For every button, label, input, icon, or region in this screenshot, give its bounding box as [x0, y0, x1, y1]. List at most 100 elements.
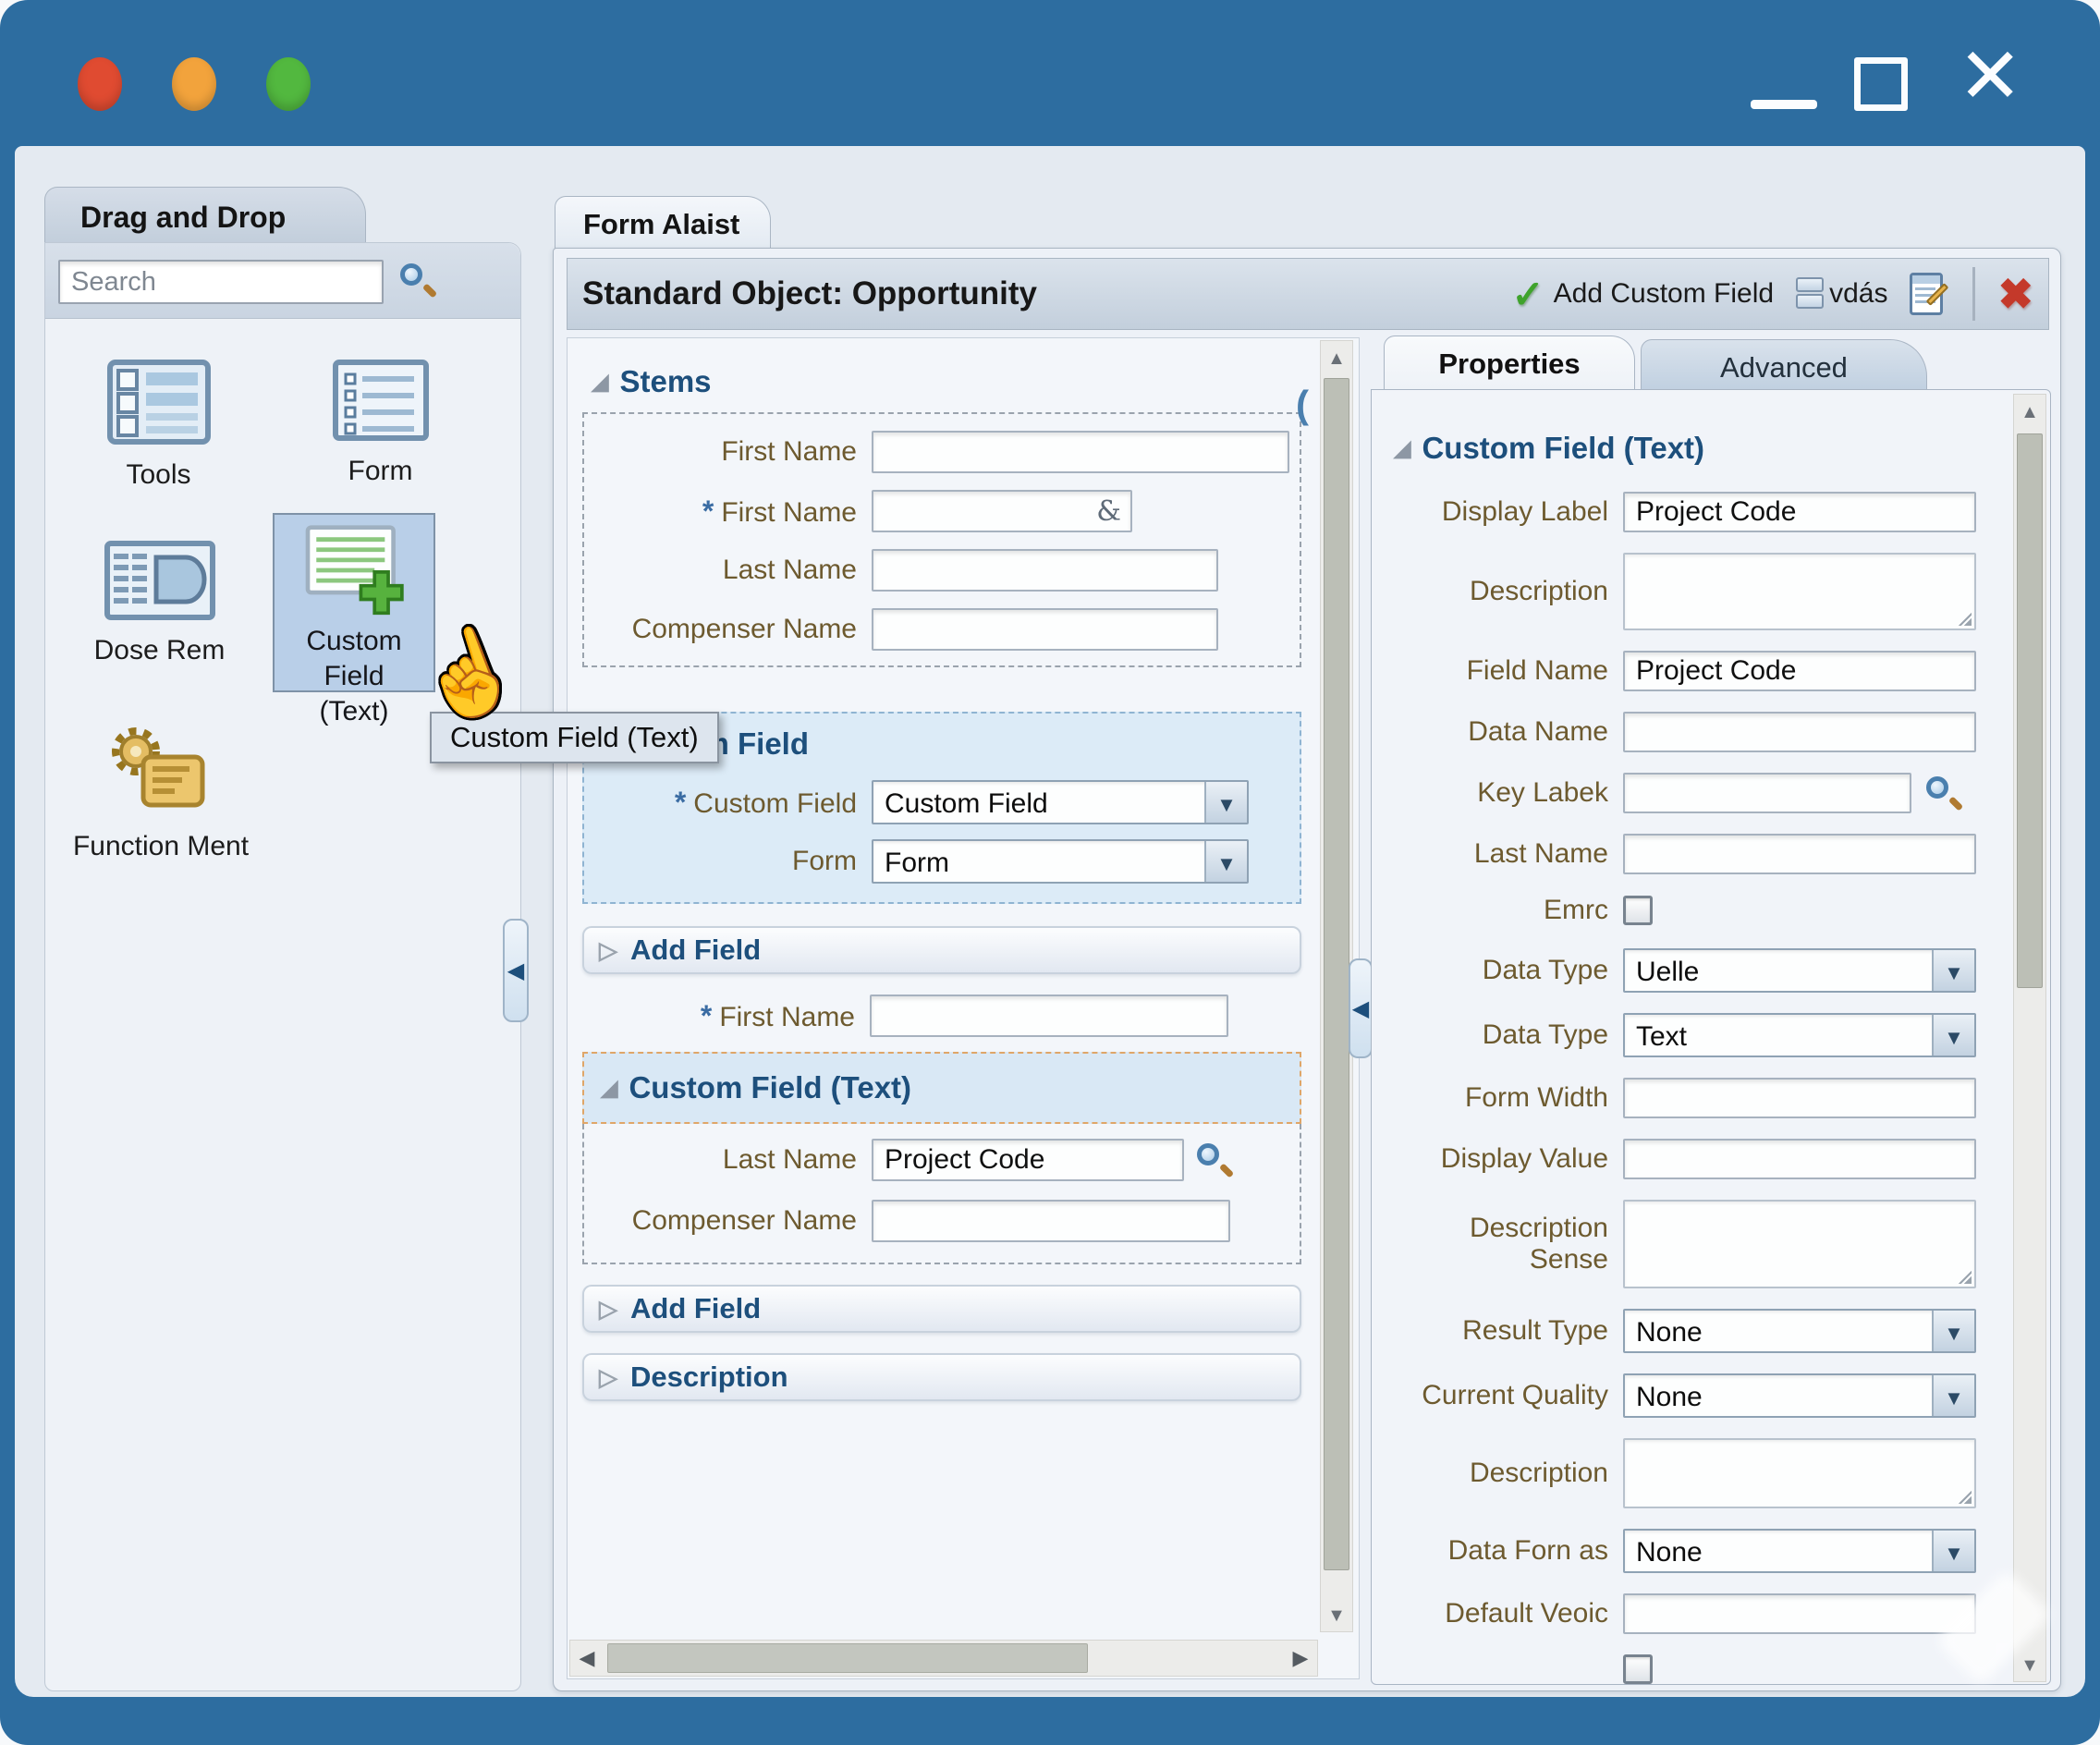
- resize-grip-icon[interactable]: [1957, 1489, 1972, 1504]
- traffic-light-orange[interactable]: [172, 57, 216, 111]
- first-name-required-input[interactable]: [872, 490, 1132, 532]
- palette-item-function-ment[interactable]: Function Ment: [64, 727, 258, 862]
- custom-field-text-group: Last Name Compenser Name: [582, 1124, 1301, 1264]
- field-label: First Name: [584, 436, 857, 468]
- object-title: Standard Object: Opportunity: [582, 275, 1037, 312]
- collapsed-triangle-icon: ▷: [599, 1363, 617, 1392]
- data-type-select-1[interactable]: Uelle ▼: [1623, 948, 1976, 993]
- scroll-right-icon[interactable]: ▶: [1284, 1641, 1317, 1676]
- last-name-input[interactable]: [872, 549, 1218, 592]
- dropdown-arrow-icon: ▼: [1204, 782, 1247, 823]
- properties-vertical-scroll-thumb[interactable]: [2017, 433, 2043, 988]
- maximize-icon[interactable]: [1854, 57, 1908, 111]
- first-name-required-input-2[interactable]: [870, 995, 1228, 1037]
- red-close-icon[interactable]: ✖: [1997, 269, 2033, 319]
- green-check-icon: ✓: [1511, 272, 1544, 317]
- notepad-edit-icon[interactable]: [1910, 271, 1950, 317]
- lookup-magnifier-icon[interactable]: [1924, 775, 1961, 811]
- canvas-horizontal-scrollbar[interactable]: ◀ ▶: [569, 1640, 1318, 1677]
- toolbar-divider: [1972, 267, 1975, 321]
- search-input[interactable]: [58, 260, 384, 304]
- prop-label: Emrc: [1386, 895, 1608, 926]
- compenser-name-input[interactable]: [872, 608, 1218, 651]
- canvas-horizontal-scroll-thumb[interactable]: [607, 1643, 1088, 1673]
- first-name-input[interactable]: [872, 431, 1289, 473]
- form-select[interactable]: Form ▼: [872, 839, 1249, 884]
- data-forn-as-select[interactable]: None ▼: [1623, 1529, 1976, 1573]
- right-splitter-collapse-button[interactable]: ◀: [1349, 958, 1373, 1058]
- description-sense-textarea[interactable]: [1623, 1200, 1976, 1288]
- default-veoic-input[interactable]: [1623, 1593, 1976, 1634]
- description-section[interactable]: ▷ Description: [582, 1353, 1301, 1401]
- display-label-input[interactable]: [1623, 492, 1976, 532]
- ampersand-glyph-icon: &: [1096, 495, 1121, 528]
- palette-item-dose-rem[interactable]: Dose Rem: [79, 541, 240, 666]
- key-labek-input[interactable]: [1623, 773, 1911, 813]
- scroll-left-icon[interactable]: ◀: [570, 1641, 604, 1676]
- required-mark: *: [702, 494, 714, 528]
- prop-label: Description: [1386, 576, 1608, 607]
- lookup-magnifier-icon[interactable]: [1195, 1141, 1232, 1178]
- expanded-triangle-icon: ◢: [592, 369, 608, 396]
- dropdown-arrow-icon: ▼: [1932, 950, 1974, 991]
- left-splitter-collapse-button[interactable]: ◀: [503, 919, 529, 1022]
- form-width-input[interactable]: [1623, 1078, 1976, 1118]
- close-icon[interactable]: ✕: [1958, 37, 2022, 115]
- dropdown-arrow-icon: ▼: [1932, 1531, 1974, 1571]
- palette-panel: Tools Form: [44, 242, 521, 1691]
- drag-and-drop-tab[interactable]: Drag and Drop: [44, 187, 366, 244]
- display-value-input[interactable]: [1623, 1139, 1976, 1179]
- result-type-select[interactable]: None ▼: [1623, 1309, 1976, 1353]
- last-name-project-code-input[interactable]: [872, 1139, 1184, 1181]
- field-label: *Custom Field: [584, 786, 857, 820]
- canvas-vertical-scroll-thumb[interactable]: [1324, 378, 1349, 1570]
- add-custom-field-button[interactable]: ✓ Add Custom Field: [1511, 272, 1774, 317]
- vdas-button[interactable]: vdás: [1796, 277, 1887, 311]
- minimize-icon[interactable]: [1751, 100, 1817, 109]
- scroll-up-icon[interactable]: ▲: [2014, 395, 2045, 428]
- data-type-select-2[interactable]: Text ▼: [1623, 1013, 1976, 1057]
- field-label: Last Name: [584, 1144, 857, 1176]
- custom-field-text-section-header[interactable]: ◢ Custom Field (Text): [582, 1052, 1301, 1124]
- emrc-checkbox[interactable]: [1623, 896, 1653, 925]
- scroll-down-icon[interactable]: ▼: [2014, 1648, 2045, 1681]
- add-field-section-1[interactable]: ▷ Add Field: [582, 926, 1301, 974]
- search-icon[interactable]: [398, 262, 435, 299]
- last-name-prop-input[interactable]: [1623, 834, 1976, 874]
- custom-field-select[interactable]: Custom Field ▼: [872, 780, 1249, 824]
- bottom-checkbox[interactable]: [1623, 1654, 1653, 1684]
- dropdown-arrow-icon: ▼: [1204, 841, 1247, 882]
- compenser-name-input-2[interactable]: [872, 1200, 1230, 1242]
- field-label: Last Name: [584, 555, 857, 586]
- custom-field-add-icon: [299, 524, 409, 616]
- main-editor-box: Standard Object: Opportunity ✓ Add Custo…: [553, 248, 2061, 1691]
- resize-grip-icon[interactable]: [1957, 1269, 1972, 1284]
- app-window: ✕ Drag and Drop T: [0, 0, 2100, 1745]
- form-icon: [333, 360, 429, 441]
- palette-item-tools[interactable]: Tools: [92, 360, 226, 491]
- resize-grip-icon[interactable]: [1957, 611, 1972, 626]
- add-field-section-2[interactable]: ▷ Add Field: [582, 1285, 1301, 1333]
- scroll-down-icon[interactable]: ▼: [1321, 1598, 1352, 1631]
- traffic-light-red[interactable]: [78, 57, 122, 111]
- prop-label: Display Value: [1386, 1143, 1608, 1175]
- prop-label: Display Label: [1386, 496, 1608, 528]
- properties-vertical-scrollbar[interactable]: ▲ ▼: [2013, 394, 2046, 1682]
- field-name-input[interactable]: [1623, 651, 1976, 691]
- form-canvas: ◢ Stems First Name *First Name &: [567, 337, 1360, 1679]
- data-name-input[interactable]: [1623, 712, 1976, 752]
- tab-advanced[interactable]: Advanced: [1641, 339, 1927, 393]
- palette-item-form[interactable]: Form: [313, 360, 447, 487]
- current-quality-select[interactable]: None ▼: [1623, 1373, 1976, 1418]
- section-header-stems[interactable]: ◢ Stems: [592, 364, 712, 399]
- form-alaist-tab[interactable]: Form Alaist: [555, 196, 771, 250]
- dropdown-arrow-icon: ▼: [1932, 1375, 1974, 1416]
- scroll-up-icon[interactable]: ▲: [1321, 341, 1352, 374]
- required-mark: *: [701, 999, 712, 1032]
- traffic-light-green[interactable]: [266, 57, 311, 111]
- description-textarea-2[interactable]: [1623, 1438, 1976, 1508]
- tab-properties[interactable]: Properties: [1384, 336, 1635, 389]
- properties-section-header[interactable]: ◢ Custom Field (Text): [1394, 431, 1996, 466]
- description-textarea[interactable]: [1623, 553, 1976, 630]
- collapse-left-icon: ◀: [507, 958, 524, 984]
